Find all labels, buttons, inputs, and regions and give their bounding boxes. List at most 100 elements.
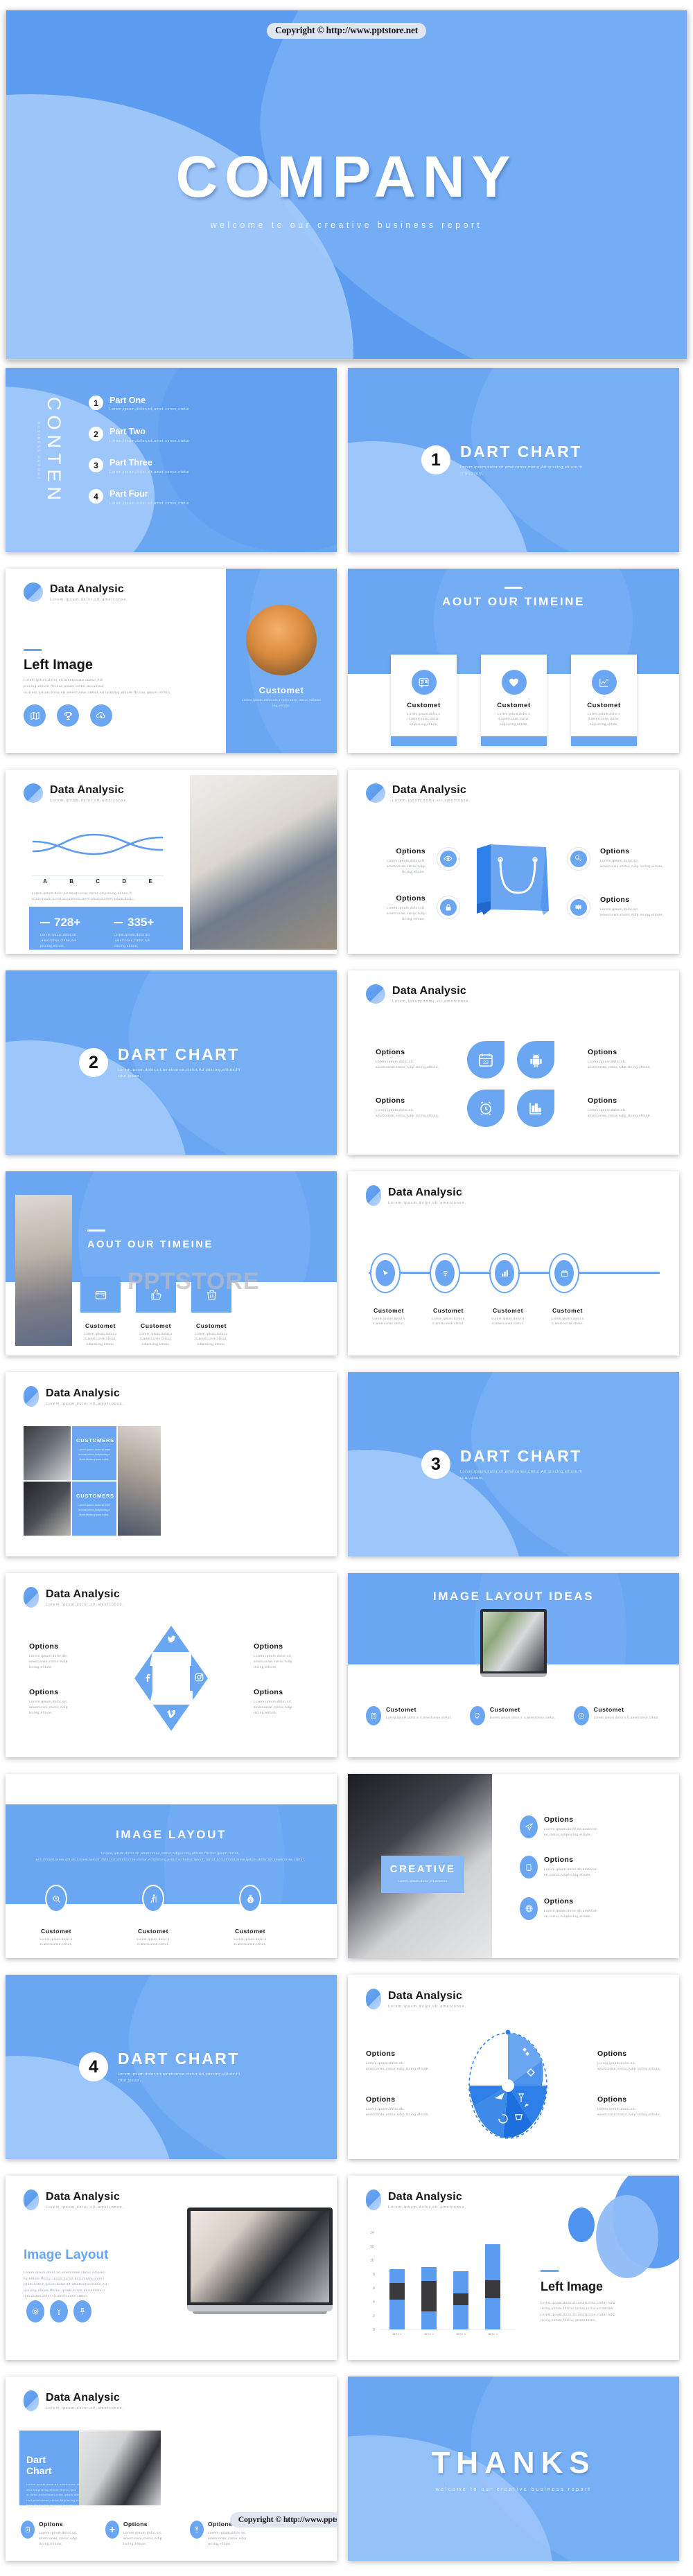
cloud-bolt-icon[interactable] <box>90 704 112 727</box>
creative-badge: CREATIVE Lorem,ipsum,dolor,sit,ametco <box>381 1856 464 1893</box>
facebook-icon[interactable] <box>143 1672 153 1682</box>
list-item[interactable]: Options Lorem,ipsum,dolor,sit, ametconse… <box>600 847 664 869</box>
list-item[interactable]: Options Lorem,ipsum,dolor,sit,ametcon se… <box>520 1897 634 1920</box>
alarm-clock-icon[interactable] <box>467 1090 505 1127</box>
photo <box>190 775 337 950</box>
list-item[interactable]: Options Lorem,ipsum,dolor,sit, ametconse… <box>363 847 426 875</box>
node-desc: Lorem,ipsum,dolor,s it,ametconse,ctetur, <box>491 1317 525 1326</box>
globe-icon <box>520 1897 538 1920</box>
item-title: Customet <box>41 1928 71 1935</box>
list-item[interactable]: CUSTOMERS Lorem,ipsum,dolor,sit,ame tcon… <box>72 1426 116 1480</box>
calendar-icon[interactable]: 23 <box>467 1041 505 1078</box>
instagram-icon[interactable] <box>194 1672 204 1682</box>
wifi-icon <box>435 1260 455 1286</box>
list-item[interactable]: Options Lorem,ipsum,dolor,sit, ametconse… <box>376 1096 439 1119</box>
list-item[interactable]: Customet Lorem,ipsum,dolor,s it,ametcons… <box>366 1706 452 1725</box>
list-item[interactable]: Options Lorem,ipsum,dolor,sit, ametconse… <box>254 1688 313 1716</box>
pin-icon[interactable] <box>73 2300 91 2322</box>
clock-icon <box>573 1706 589 1725</box>
slide-image-layout: IMAGE LAYOUT Lorem,ipsum,dolor,sit,ametc… <box>6 1774 337 1958</box>
list-item: Customet Lorem,ipsum,dolor,s it,ametcons… <box>423 1307 474 1326</box>
list-item[interactable]: Options Lorem,ipsum,dolor,sit,ametcon se… <box>520 1815 634 1838</box>
list-item[interactable]: Options Lorem,ipsum,dolor,sit, ametconse… <box>21 2521 91 2547</box>
header-title: Data Analysic <box>50 783 124 796</box>
list-item[interactable]: Options Lorem,ipsum,dolor,sit, ametconse… <box>597 2050 661 2072</box>
wave-line-chart <box>32 833 164 855</box>
key-icon[interactable] <box>567 847 590 871</box>
section-number: 4 <box>79 2052 108 2081</box>
calculator-icon <box>366 1706 381 1725</box>
section-number: 2 <box>79 1048 108 1077</box>
header-title: Data Analysic <box>388 2190 462 2203</box>
slide-header: Data Analysic Lorem,ipsum,dolor,sit,amet… <box>366 1989 466 2009</box>
list-item[interactable]: Options Lorem,ipsum,dolor,sit, ametconse… <box>597 2095 661 2117</box>
list-item[interactable]: Customet Lorem,ipsum,dolor,s it,ametcons… <box>481 655 547 747</box>
branch-icon[interactable] <box>50 2300 68 2322</box>
gear-icon[interactable] <box>567 896 590 919</box>
list-item[interactable]: Options Lorem,ipsum,dolor,sit, ametconse… <box>363 894 426 922</box>
section-header: 2 DART CHART Lorem,ipsum,dolor,sit,ametc… <box>6 970 337 1155</box>
bar-chart-icon[interactable] <box>517 1090 554 1127</box>
option-desc: Lorem,ipsum,dolor,sit, ametconse,ctetur,… <box>208 2531 247 2546</box>
list-item[interactable]: 4 Part Four Lorem,ipsum,dolor,sit,amet c… <box>89 489 255 506</box>
list-item[interactable]: 2 Part Two Lorem,ipsum,dolor,sit,amet co… <box>89 427 255 444</box>
list-item[interactable]: Options Lorem,ipsum,dolor,sit, ametconse… <box>366 2050 430 2072</box>
list-item[interactable]: Customet Lorem,ipsum,dolor,s it,ametcons… <box>126 1885 180 1947</box>
list-item[interactable]: $ Customet Lorem,ipsum,dolor,s it,ametco… <box>223 1885 277 1947</box>
divider <box>24 649 42 651</box>
deck-row-4: 2 DART CHART Lorem,ipsum,dolor,sit,ametc… <box>0 962 693 1163</box>
list-item[interactable]: Customet Lorem,ipsum,dolor,s it,ametcons… <box>29 1885 83 1947</box>
divider <box>114 922 123 923</box>
slide-header: Data Analysic Lorem,ipsum,dolor,sit,amet… <box>24 583 128 602</box>
list-item[interactable]: Customet Lorem,ipsum,dolor,s it,ametcons… <box>80 1277 121 1347</box>
list-item[interactable]: Options Lorem,ipsum,dolor,sit, ametconse… <box>376 1048 439 1070</box>
list-item[interactable]: Customet Lorem,ipsum,dolor,s it,ametcons… <box>571 655 637 747</box>
list-item[interactable]: Options Lorem,ipsum,dolor,sit, ametconse… <box>588 1048 651 1070</box>
list-item[interactable]: Options Lorem,ipsum,dolor,sit, ametconse… <box>588 1096 651 1119</box>
section-title: DART CHART <box>460 442 582 461</box>
list-item[interactable]: 1 Part One Lorem,ipsum,dolor,sit,amet co… <box>89 396 255 413</box>
list-item[interactable]: Customet Lorem,ipsum,dolor,s it,ametcons… <box>391 655 457 747</box>
slide-header: Data Analysic Lorem,ipsum,dolor,sit,amet… <box>24 783 128 803</box>
list-item[interactable]: Options Lorem,ipsum,dolor,sit, ametconse… <box>600 896 664 918</box>
list-item[interactable]: Options Lorem,ipsum,dolor,sit, ametconse… <box>29 1642 89 1670</box>
trophy-icon[interactable] <box>57 704 79 727</box>
list-item[interactable]: Options Lorem,ipsum,dolor,sit, ametconse… <box>105 2521 176 2547</box>
twitter-icon[interactable] <box>166 1634 177 1644</box>
header-title: Data Analysic <box>46 1588 120 1600</box>
node[interactable] <box>370 1253 401 1293</box>
list-item[interactable]: CUSTOMERS Lorem,ipsum,dolor,sit,ame tcon… <box>72 1482 116 1536</box>
node[interactable] <box>430 1253 460 1293</box>
list-item[interactable]: Customet Lorem,ipsum,dolor,s it,ametcons… <box>573 1706 660 1725</box>
heart-icon <box>501 670 527 695</box>
map-icon[interactable] <box>24 704 46 727</box>
svg-text:8: 8 <box>373 2273 375 2277</box>
list-item[interactable]: Options Lorem,ipsum,dolor,sit, ametconse… <box>366 2095 430 2117</box>
svg-text:0: 0 <box>373 2328 375 2332</box>
settings-icon[interactable] <box>26 2300 44 2322</box>
node[interactable] <box>549 1253 579 1293</box>
android-icon[interactable] <box>517 1041 554 1078</box>
list-item[interactable]: Options Lorem,ipsum,dolor,sit, ametconse… <box>29 1688 89 1716</box>
vimeo-icon[interactable] <box>166 1709 177 1719</box>
contents-list: 1 Part One Lorem,ipsum,dolor,sit,amet co… <box>89 396 255 521</box>
option-desc: Lorem,ipsum,dolor,sit, ametconse,ctetur,… <box>123 2531 162 2546</box>
node[interactable] <box>489 1253 520 1293</box>
list-item[interactable]: Customet Lorem,ipsum,dolor,s it,ametcons… <box>469 1706 556 1725</box>
deck-row-2: Data Analysic Lorem,ipsum,dolor,sit,amet… <box>0 560 693 761</box>
option-desc: Lorem,ipsum,dolor,sit, ametconse,ctetur,… <box>600 859 664 869</box>
list-item[interactable]: 3 Part Three Lorem,ipsum,dolor,sit,amet … <box>89 458 255 475</box>
logo-icon <box>24 583 43 602</box>
node-title: Customet <box>493 1307 523 1314</box>
list-item[interactable]: Options Lorem,ipsum,dolor,sit, ametconse… <box>254 1642 313 1670</box>
slide-header: Data Analysic Lorem,ipsum,dolor,sit,amet… <box>24 2390 124 2411</box>
eye-icon[interactable] <box>437 847 460 871</box>
slide-thanks: THANKS welcome to our creative business … <box>348 2377 679 2561</box>
item-desc: Lorem,ipsum,dolor,sit,amet conse,ctetur <box>109 438 190 443</box>
list-item[interactable]: Options Lorem,ipsum,dolor,sit,ametcon se… <box>520 1856 634 1878</box>
section-title: AOUT OUR TIMEINE <box>87 1239 213 1250</box>
slide-wave-chart: Data Analysic Lorem,ipsum,dolor,sit,amet… <box>6 770 337 954</box>
option-desc: Lorem,ipsum,dolor,sit, ametconse,ctetur,… <box>600 907 664 917</box>
lock-icon[interactable] <box>437 896 460 919</box>
slide-title: Copyright © http://www.pptstore.net COMP… <box>6 10 687 359</box>
